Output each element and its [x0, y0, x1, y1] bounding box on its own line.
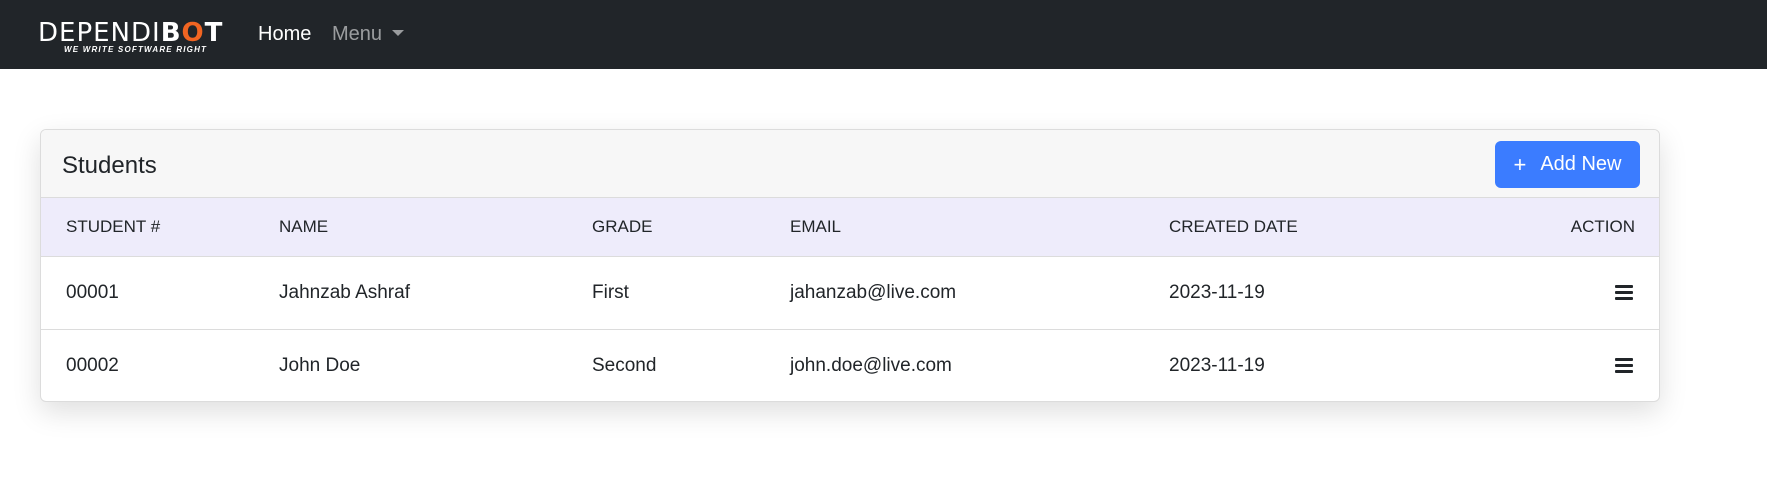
- hamburger-menu-icon[interactable]: [1615, 284, 1633, 300]
- card-header: Students + Add New: [41, 130, 1659, 198]
- brand-wordmark: DEPENDIBOT: [38, 18, 224, 48]
- card-title: Students: [62, 152, 157, 179]
- col-header-grade: GRADE: [592, 198, 790, 257]
- top-navbar: DEPENDIBOT WE WRITE SOFTWARE RIGHT Home …: [0, 0, 1767, 69]
- cell-action: [1469, 256, 1659, 329]
- table-header: STUDENT # NAME GRADE EMAIL CREATED DATE …: [41, 198, 1659, 257]
- cell-name: John Doe: [279, 354, 361, 376]
- students-table: STUDENT # NAME GRADE EMAIL CREATED DATE …: [41, 198, 1659, 401]
- brand-tagline: WE WRITE SOFTWARE RIGHT: [64, 45, 208, 54]
- cell-created-date: 2023-11-19: [1169, 354, 1265, 376]
- cell-student-no: 00001: [66, 281, 119, 303]
- brand-logo[interactable]: DEPENDIBOT WE WRITE SOFTWARE RIGHT: [38, 19, 234, 55]
- cell-grade: First: [592, 281, 629, 303]
- col-header-email: EMAIL: [790, 198, 1169, 257]
- cell-created-date: 2023-11-19: [1169, 281, 1265, 303]
- col-header-action: ACTION: [1469, 198, 1659, 257]
- col-header-created-date: CREATED DATE: [1169, 198, 1469, 257]
- add-new-button[interactable]: + Add New: [1495, 141, 1640, 188]
- cell-email: john.doe@live.com: [790, 354, 952, 376]
- cell-action: [1469, 329, 1659, 401]
- col-header-student-no: STUDENT #: [41, 198, 279, 257]
- table-row: 00002 John Doe Second john.doe@live.com …: [41, 329, 1659, 401]
- caret-down-icon: [392, 30, 405, 36]
- plus-icon: +: [1513, 151, 1527, 177]
- hamburger-menu-icon[interactable]: [1615, 358, 1633, 374]
- cell-grade: Second: [592, 354, 657, 376]
- cell-email: jahanzab@live.com: [790, 281, 957, 303]
- cell-name: Jahnzab Ashraf: [279, 281, 410, 303]
- cell-student-no: 00002: [66, 354, 119, 376]
- table-row: 00001 Jahnzab Ashraf First jahanzab@live…: [41, 256, 1659, 329]
- nav-home-link[interactable]: Home: [258, 22, 311, 46]
- col-header-name: NAME: [279, 198, 592, 257]
- table-header-row: STUDENT # NAME GRADE EMAIL CREATED DATE …: [41, 198, 1659, 257]
- nav-menu-label: Menu: [332, 23, 383, 45]
- add-new-label: Add New: [1540, 153, 1622, 175]
- students-card: Students + Add New STUDENT # NAME GRADE …: [40, 129, 1660, 402]
- table-body: 00001 Jahnzab Ashraf First jahanzab@live…: [41, 256, 1659, 401]
- nav-menu-dropdown[interactable]: Menu: [332, 22, 405, 46]
